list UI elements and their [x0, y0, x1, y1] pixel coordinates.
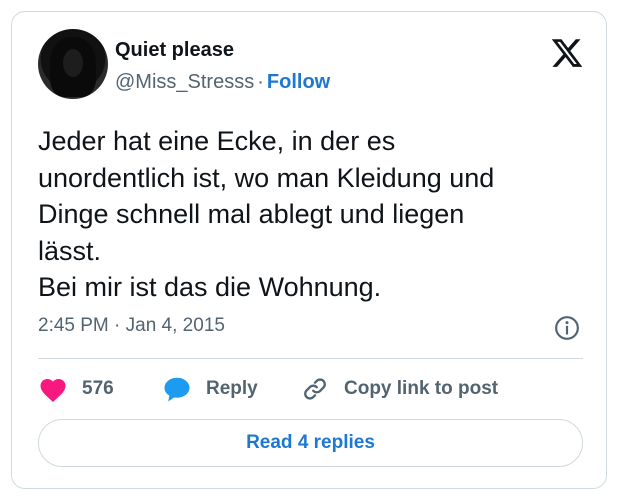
tweet-timestamp[interactable]: 2:45 PM · Jan 4, 2015	[38, 315, 225, 337]
author-handle-row: @Miss_Stresss · Follow	[115, 71, 330, 94]
copy-link-button[interactable]: Copy link to post	[300, 374, 498, 404]
like-count: 576	[82, 378, 114, 399]
avatar[interactable]	[38, 29, 108, 99]
like-button[interactable]: 576	[38, 374, 114, 404]
link-icon	[304, 378, 326, 400]
copy-link-label: Copy link to post	[344, 378, 499, 399]
reply-label: Reply	[206, 378, 258, 399]
info-icon[interactable]	[554, 315, 580, 341]
avatar-face	[63, 49, 83, 77]
separator-dot: ·	[257, 71, 264, 93]
author-handle[interactable]: @Miss_Stresss	[115, 71, 254, 93]
reply-bubble-icon	[164, 377, 190, 402]
reply-button[interactable]: Reply	[162, 374, 258, 404]
heart-icon	[40, 379, 66, 402]
x-logo-icon[interactable]	[550, 36, 584, 70]
tweet-text: Jeder hat eine Ecke, in der es unordentl…	[38, 126, 495, 302]
read-replies-button[interactable]: Read 4 replies	[38, 419, 583, 467]
tweet-card: Quiet please @Miss_Stresss · Follow Jeder …	[11, 11, 607, 489]
follow-link[interactable]: Follow	[267, 71, 330, 93]
divider	[38, 358, 583, 359]
author-display-name[interactable]: Quiet please	[115, 39, 234, 62]
